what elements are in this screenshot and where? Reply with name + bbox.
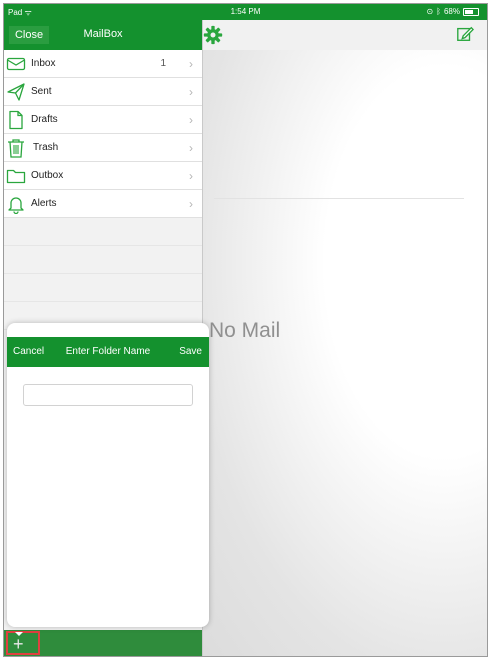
folder-name-input[interactable] <box>23 384 193 406</box>
app-window: Pad ᯤ 1:54 PM ⊙ ᛒ 68% No Mail Close Mail… <box>3 3 488 657</box>
chevron-right-icon: › <box>189 57 193 71</box>
envelope-icon <box>6 57 26 71</box>
bluetooth-icon: ᛒ <box>436 7 441 16</box>
empty-row <box>4 218 202 246</box>
battery-percent: 68% <box>443 7 460 16</box>
new-folder-popover: Cancel Enter Folder Name Save <box>7 323 209 627</box>
bell-icon <box>8 197 24 214</box>
unread-count: 1 <box>160 58 166 69</box>
battery-fill <box>465 9 474 14</box>
paper-plane-icon <box>7 83 25 101</box>
folder-label: Sent <box>31 86 52 97</box>
trash-icon <box>8 139 24 158</box>
folder-row-sent[interactable]: Sent › <box>4 78 202 106</box>
folder-label: Inbox <box>31 58 56 69</box>
folder-row-trash[interactable]: Trash › <box>4 134 202 162</box>
add-folder-button[interactable]: + <box>6 631 40 655</box>
folder-row-outbox[interactable]: Outbox › <box>4 162 202 190</box>
gear-icon[interactable] <box>203 25 223 45</box>
save-button[interactable]: Save <box>179 346 202 357</box>
chevron-right-icon: › <box>189 85 193 99</box>
folder-icon <box>6 169 26 184</box>
chevron-right-icon: › <box>189 169 193 183</box>
compose-icon[interactable] <box>456 25 474 43</box>
status-right: ⊙ ᛒ 68% <box>426 7 479 16</box>
detail-divider <box>214 198 464 199</box>
sidebar-bottom-bar: + <box>4 630 202 656</box>
chevron-right-icon: › <box>189 113 193 127</box>
plus-icon: + <box>13 634 24 654</box>
battery-icon <box>463 7 479 16</box>
sidebar-title: MailBox <box>83 28 123 40</box>
empty-row <box>4 246 202 274</box>
chevron-right-icon: › <box>189 141 193 155</box>
document-icon <box>9 110 23 130</box>
status-bar: Pad ᯤ 1:54 PM ⊙ ᛒ 68% <box>4 4 487 20</box>
empty-row <box>4 274 202 302</box>
folder-label: Outbox <box>31 170 64 181</box>
sidebar-header: Close MailBox <box>4 20 202 50</box>
folder-row-drafts[interactable]: Drafts › <box>4 106 202 134</box>
no-mail-label: No Mail <box>209 319 281 342</box>
folder-label: Drafts <box>31 114 58 125</box>
folder-row-inbox[interactable]: Inbox 1 › <box>4 50 202 78</box>
folder-list: Inbox 1 › Sent › Drafts › Trash › Outbox… <box>4 50 202 330</box>
folder-label: Trash <box>33 142 59 153</box>
detail-pane <box>203 50 487 656</box>
folder-row-alerts[interactable]: Alerts › <box>4 190 202 218</box>
popover-header: Cancel Enter Folder Name Save <box>7 337 209 367</box>
orientation-lock-icon: ⊙ <box>426 7 434 16</box>
status-time: 1:54 PM <box>230 7 261 16</box>
folder-label: Alerts <box>31 198 57 209</box>
detail-toolbar <box>203 20 487 50</box>
chevron-right-icon: › <box>189 197 193 211</box>
